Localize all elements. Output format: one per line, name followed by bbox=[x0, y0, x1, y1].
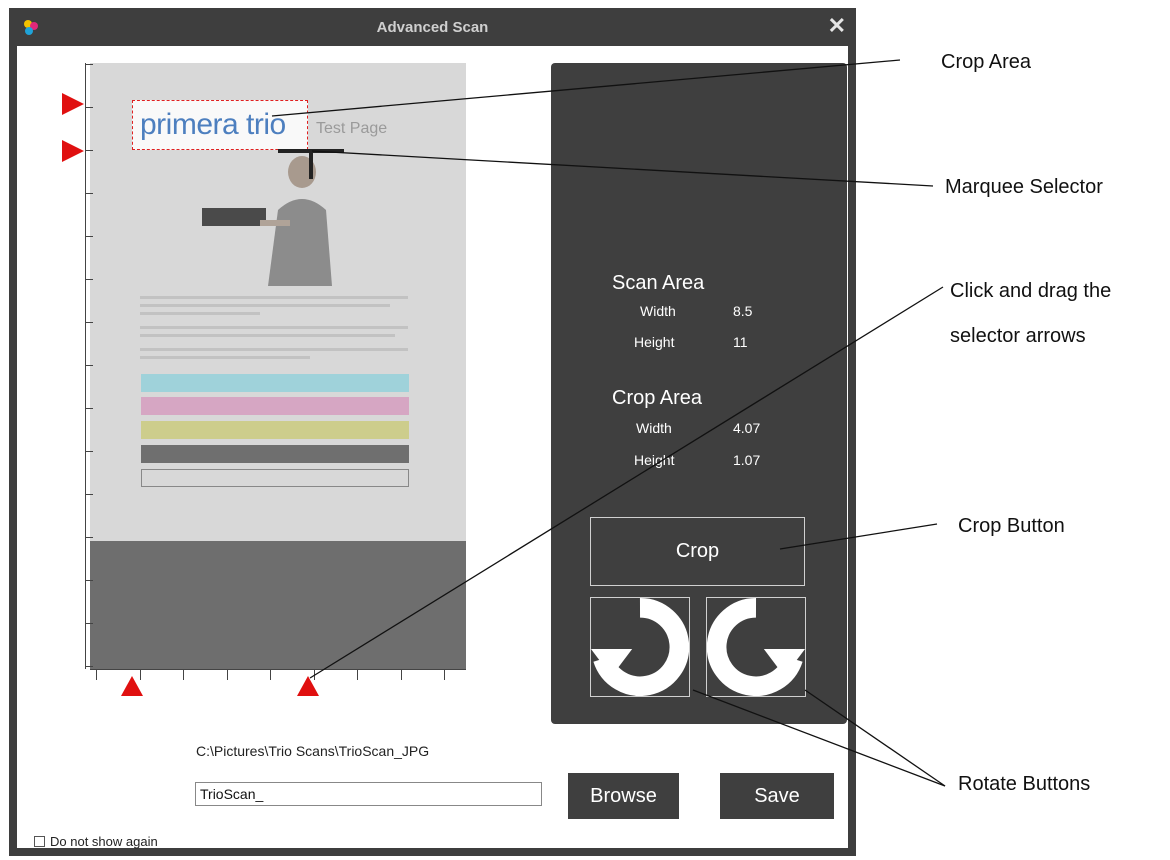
callout-crop-button: Crop Button bbox=[958, 515, 1065, 537]
callout-drag-line1: Click and drag the bbox=[950, 280, 1112, 302]
rotate-callout-line-left bbox=[692, 689, 946, 787]
crop-button-callout-line bbox=[779, 523, 938, 550]
callout-drag-line2: selector arrows bbox=[950, 325, 1086, 347]
callout-marquee-selector: Marquee Selector bbox=[945, 176, 1103, 198]
crop-area-callout-line bbox=[271, 59, 901, 117]
marquee-callout-line bbox=[311, 150, 934, 187]
drag-arrows-callout-line bbox=[309, 286, 944, 679]
rotate-callout-line-right bbox=[804, 689, 946, 787]
callout-lines bbox=[271, 59, 946, 787]
callout-crop-area: Crop Area bbox=[941, 51, 1032, 73]
callout-rotate-buttons: Rotate Buttons bbox=[958, 773, 1091, 795]
